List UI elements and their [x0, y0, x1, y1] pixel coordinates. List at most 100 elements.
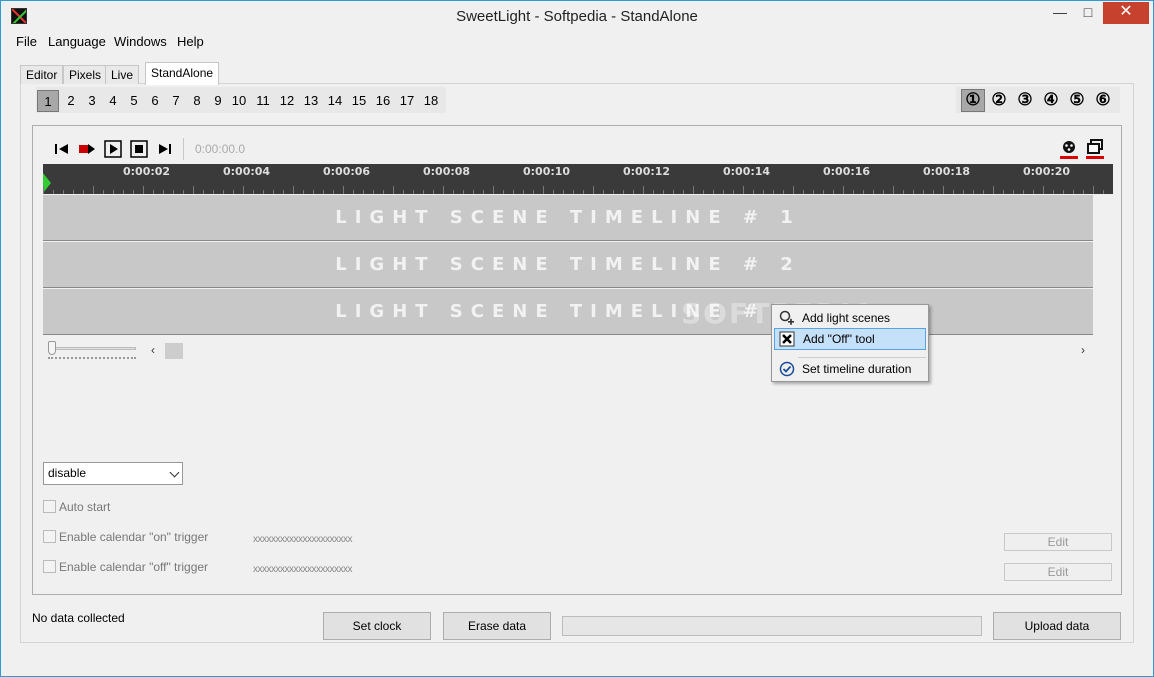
ruler-tick — [323, 190, 324, 194]
scene-number-18[interactable]: 18 — [420, 90, 442, 112]
ctx-set-timeline-duration-label: Set timeline duration — [802, 362, 912, 376]
ruler-tick — [533, 190, 534, 194]
menu-language[interactable]: Language — [48, 34, 106, 49]
scene-number-15[interactable]: 15 — [348, 90, 370, 112]
scrollbar-thumb[interactable] — [165, 343, 183, 359]
close-icon[interactable]: ✕ — [1103, 2, 1149, 24]
ruler-tick — [113, 190, 114, 194]
dmx-connector-icon[interactable] — [1060, 139, 1078, 159]
ruler-tick — [1093, 186, 1094, 194]
play-icon[interactable] — [104, 140, 122, 158]
ruler-tick — [903, 190, 904, 194]
ctx-set-timeline-duration[interactable]: Set timeline duration — [774, 358, 926, 380]
ruler-tick — [743, 186, 744, 194]
window-copy-icon[interactable] — [1086, 139, 1104, 159]
scene-number-1[interactable]: 1 — [37, 90, 59, 112]
auto-start-label: Auto start — [59, 500, 111, 514]
ruler-tick — [283, 190, 284, 194]
ruler-tick — [663, 190, 664, 194]
calendar-on-value: xxxxxxxxxxxxxxxxxxxxxx — [253, 534, 353, 545]
mode-dropdown[interactable]: disable — [43, 462, 183, 485]
calendar-off-checkbox[interactable] — [43, 560, 56, 573]
scene-number-13[interactable]: 13 — [300, 90, 322, 112]
zoom-slider[interactable] — [46, 341, 138, 361]
ruler-tick — [383, 190, 384, 194]
menu-help[interactable]: Help — [177, 34, 204, 49]
ruler-tick — [103, 190, 104, 194]
ctx-add-off-tool[interactable]: Add "Off" tool — [774, 328, 926, 350]
ruler-tick — [423, 190, 424, 194]
scene-number-16[interactable]: 16 — [372, 90, 394, 112]
program-6-icon[interactable]: ⑥ — [1094, 91, 1112, 109]
ctx-add-light-scenes[interactable]: Add light scenes — [774, 307, 926, 329]
ruler-tick — [333, 190, 334, 194]
ruler-tick — [143, 186, 144, 194]
scene-number-9[interactable]: 9 — [210, 90, 226, 112]
calendar-on-checkbox[interactable] — [43, 530, 56, 543]
scene-number-7[interactable]: 7 — [168, 90, 184, 112]
auto-start-checkbox[interactable] — [43, 500, 56, 513]
ruler-tick — [193, 186, 194, 194]
scene-timeline-lane-1[interactable]: LIGHT SCENE TIMELINE # 1 — [43, 195, 1093, 241]
scene-number-17[interactable]: 17 — [396, 90, 418, 112]
tab-pixels[interactable]: Pixels — [63, 65, 108, 84]
scene-number-14[interactable]: 14 — [324, 90, 346, 112]
ruler-tick — [693, 186, 694, 194]
scene-number-4[interactable]: 4 — [105, 90, 121, 112]
ruler-tick — [413, 190, 414, 194]
ruler-tick — [623, 190, 624, 194]
set-clock-button[interactable]: Set clock — [323, 612, 431, 640]
tab-live[interactable]: Live — [105, 65, 140, 84]
program-5-icon[interactable]: ⑤ — [1068, 91, 1086, 109]
stop-icon[interactable] — [130, 140, 148, 158]
ruler-label: 0:00:04 — [223, 165, 271, 178]
maximize-icon[interactable]: □ — [1074, 2, 1102, 24]
ruler-tick — [73, 190, 74, 194]
scene-timeline-lane-2[interactable]: LIGHT SCENE TIMELINE # 2 — [43, 242, 1093, 288]
scene-number-8[interactable]: 8 — [189, 90, 205, 112]
ruler-tick — [93, 186, 94, 194]
skip-end-icon[interactable] — [156, 140, 174, 158]
edit-calendar-on-button[interactable]: Edit — [1004, 533, 1112, 551]
ruler-tick — [783, 190, 784, 194]
off-tool-icon — [779, 331, 795, 347]
tab-editor[interactable]: Editor — [20, 65, 64, 84]
ruler-tick — [463, 190, 464, 194]
program-3-icon[interactable]: ③ — [1016, 91, 1034, 109]
minimize-icon[interactable]: — — [1046, 2, 1074, 24]
erase-data-button[interactable]: Erase data — [443, 612, 551, 640]
scene-number-6[interactable]: 6 — [147, 90, 163, 112]
timeline-scrollbar[interactable]: ‹ › — [151, 343, 1093, 359]
playhead-marker[interactable] — [43, 173, 51, 193]
edit-calendar-off-button[interactable]: Edit — [1004, 563, 1112, 581]
scene-timeline-lane-3[interactable]: LIGHT SCENE TIMELINE # 3 — [43, 289, 1093, 335]
ruler-tick — [683, 190, 684, 194]
timeline-ruler[interactable]: 0:00:02 0:00:04 0:00:06 0:00:08 0:00:10 0:00:… — [43, 164, 1113, 194]
program-2-icon[interactable]: ② — [990, 91, 1008, 109]
ruler-tick — [963, 190, 964, 194]
ruler-tick — [253, 190, 254, 194]
ruler-tick — [163, 190, 164, 194]
program-4-icon[interactable]: ④ — [1042, 91, 1060, 109]
ruler-tick — [733, 190, 734, 194]
zoom-slider-knob[interactable] — [48, 341, 56, 355]
scroll-left-icon[interactable]: ‹ — [151, 343, 155, 357]
scene-number-11[interactable]: 11 — [252, 90, 274, 112]
upload-data-button[interactable]: Upload data — [993, 612, 1121, 640]
menu-file[interactable]: File — [16, 34, 37, 49]
scene-number-12[interactable]: 12 — [276, 90, 298, 112]
ruler-tick — [803, 190, 804, 194]
record-icon[interactable] — [78, 140, 96, 158]
scene-number-3[interactable]: 3 — [84, 90, 100, 112]
ruler-tick — [1013, 190, 1014, 194]
scene-number-10[interactable]: 10 — [228, 90, 250, 112]
tab-standalone[interactable]: StandAlone — [145, 62, 220, 85]
scene-number-2[interactable]: 2 — [63, 90, 79, 112]
ruler-tick — [993, 186, 994, 194]
scroll-right-icon[interactable]: › — [1081, 343, 1085, 357]
menu-windows[interactable]: Windows — [114, 34, 167, 49]
skip-start-icon[interactable] — [53, 140, 71, 158]
scene-number-5[interactable]: 5 — [126, 90, 142, 112]
ruler-tick — [763, 190, 764, 194]
program-1-icon[interactable]: ① — [964, 91, 982, 109]
